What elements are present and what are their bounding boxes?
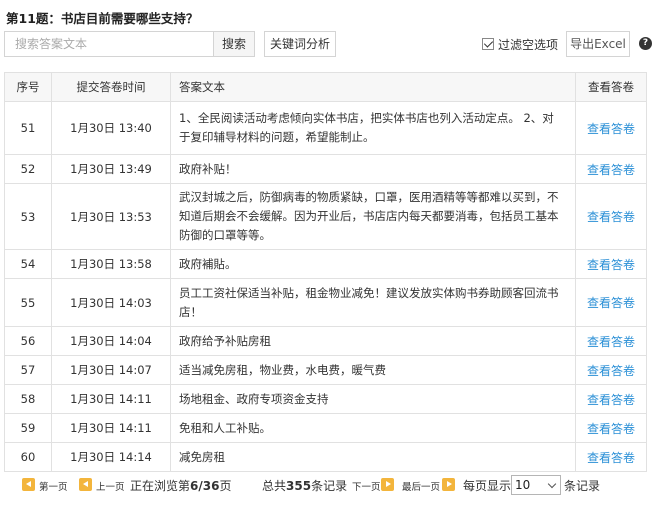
row-number: 58: [4, 384, 52, 414]
view-answer-link[interactable]: 查看答卷: [587, 210, 635, 224]
submit-time: 1月30日 14:11: [51, 413, 171, 443]
row-number: 57: [4, 355, 52, 385]
table-row: 60 1月30日 14:14 减免房租 查看答卷: [4, 442, 647, 472]
search-input[interactable]: [4, 31, 213, 57]
row-number: 59: [4, 413, 52, 443]
view-cell: 查看答卷: [575, 384, 647, 414]
view-cell: 查看答卷: [575, 413, 647, 443]
total-records: 总共355条记录: [262, 479, 348, 493]
view-answer-link[interactable]: 查看答卷: [587, 393, 635, 407]
chevron-down-icon: [547, 479, 557, 489]
pagination: 第一页 上一页 正在浏览第6/36页 总共355条记录 下一页 最后一页 每页显…: [22, 475, 652, 495]
row-number: 56: [4, 326, 52, 356]
answer-text: 政府補貼。: [170, 249, 576, 279]
submit-time: 1月30日 14:04: [51, 326, 171, 356]
per-page-label: 每页显示: [463, 479, 512, 493]
answer-text: 1、全民阅读活动考虑倾向实体书店，把实体书店也列入活动定点。 2、对于复印辅导材…: [170, 101, 576, 155]
filter-empty-checkbox[interactable]: [482, 38, 494, 50]
answer-text: 员工工资社保适当补贴，租金物业减免！建议发放实体购书券助顾客回流书店！: [170, 278, 576, 327]
row-number: 60: [4, 442, 52, 472]
table-row: 57 1月30日 14:07 适当减免房租，物业费，水电费，暖气费 查看答卷: [4, 355, 647, 385]
current-page: 6/36: [190, 479, 220, 493]
prev-page-icon[interactable]: [79, 478, 92, 491]
last-page-link[interactable]: 最后一页: [402, 479, 440, 493]
browsing-status: 正在浏览第6/36页: [130, 479, 232, 493]
view-answer-link[interactable]: 查看答卷: [587, 163, 635, 177]
column-header-time: 提交答卷时间: [51, 72, 171, 102]
next-page-icon[interactable]: [381, 478, 394, 491]
answer-text: 政府给予补贴房租: [170, 326, 576, 356]
export-excel-button[interactable]: 导出Excel: [566, 31, 630, 57]
submit-time: 1月30日 14:14: [51, 442, 171, 472]
submit-time: 1月30日 13:58: [51, 249, 171, 279]
table-row: 56 1月30日 14:04 政府给予补贴房租 查看答卷: [4, 326, 647, 356]
submit-time: 1月30日 14:07: [51, 355, 171, 385]
row-number: 55: [4, 278, 52, 327]
filter-empty-toggle[interactable]: 过滤空选项: [482, 36, 558, 52]
answers-table: 序号 提交答卷时间 答案文本 查看答卷 51 1月30日 13:40 1、全民阅读活…: [4, 72, 647, 472]
view-cell: 查看答卷: [575, 278, 647, 327]
answer-text: 武汉封城之后，防御病毒的物质紧缺，口罩，医用酒精等等都难以买到，不知道后期会不会…: [170, 183, 576, 250]
view-cell: 查看答卷: [575, 249, 647, 279]
answer-text: 免租和人工补贴。: [170, 413, 576, 443]
view-answer-link[interactable]: 查看答卷: [587, 258, 635, 272]
answer-text: 政府补贴！: [170, 154, 576, 184]
table-row: 53 1月30日 13:53 武汉封城之后，防御病毒的物质紧缺，口罩，医用酒精等等都…: [4, 183, 647, 250]
column-header-text: 答案文本: [170, 72, 576, 102]
view-answer-link[interactable]: 查看答卷: [587, 335, 635, 349]
view-answer-link[interactable]: 查看答卷: [587, 122, 635, 136]
help-icon[interactable]: ?: [639, 37, 652, 50]
view-answer-link[interactable]: 查看答卷: [587, 451, 635, 465]
table-header-row: 序号 提交答卷时间 答案文本 查看答卷: [4, 72, 647, 102]
view-cell: 查看答卷: [575, 183, 647, 250]
table-row: 58 1月30日 14:11 场地租金、政府专项资金支持 查看答卷: [4, 384, 647, 414]
last-page-icon[interactable]: [442, 478, 455, 491]
row-number: 54: [4, 249, 52, 279]
submit-time: 1月30日 13:53: [51, 183, 171, 250]
next-page-link[interactable]: 下一页: [352, 479, 381, 493]
first-page-icon[interactable]: [22, 478, 35, 491]
column-header-view: 查看答卷: [575, 72, 647, 102]
column-header-no: 序号: [4, 72, 52, 102]
toolbar: 搜索 关键词分析 过滤空选项 导出Excel ?: [4, 31, 656, 57]
view-cell: 查看答卷: [575, 101, 647, 155]
view-cell: 查看答卷: [575, 442, 647, 472]
answer-text: 场地租金、政府专项资金支持: [170, 384, 576, 414]
table-row: 59 1月30日 14:11 免租和人工补贴。 查看答卷: [4, 413, 647, 443]
submit-time: 1月30日 14:11: [51, 384, 171, 414]
prev-page-link[interactable]: 上一页: [96, 479, 125, 493]
table-row: 55 1月30日 14:03 员工工资社保适当补贴，租金物业减免！建议发放实体购书券…: [4, 278, 647, 327]
first-page-link[interactable]: 第一页: [39, 479, 68, 493]
view-cell: 查看答卷: [575, 154, 647, 184]
table-row: 52 1月30日 13:49 政府补贴！ 查看答卷: [4, 154, 647, 184]
row-number: 52: [4, 154, 52, 184]
view-answer-link[interactable]: 查看答卷: [587, 364, 635, 378]
search-button[interactable]: 搜索: [213, 31, 255, 57]
submit-time: 1月30日 13:40: [51, 101, 171, 155]
view-answer-link[interactable]: 查看答卷: [587, 296, 635, 310]
answer-text: 减免房租: [170, 442, 576, 472]
row-number: 51: [4, 101, 52, 155]
view-cell: 查看答卷: [575, 326, 647, 356]
answer-text: 适当减免房租，物业费，水电费，暖气费: [170, 355, 576, 385]
table-row: 54 1月30日 13:58 政府補貼。 查看答卷: [4, 249, 647, 279]
view-answer-link[interactable]: 查看答卷: [587, 422, 635, 436]
total-count: 355: [286, 479, 312, 493]
submit-time: 1月30日 13:49: [51, 154, 171, 184]
table-row: 51 1月30日 13:40 1、全民阅读活动考虑倾向实体书店，把实体书店也列入活动…: [4, 101, 647, 155]
filter-empty-label: 过滤空选项: [498, 37, 559, 52]
keyword-analysis-button[interactable]: 关键词分析: [264, 31, 336, 57]
question-title: 第11题：书店目前需要哪些支持？: [6, 11, 199, 26]
view-cell: 查看答卷: [575, 355, 647, 385]
per-page-suffix: 条记录: [564, 479, 601, 493]
per-page-select[interactable]: 10: [511, 475, 561, 495]
row-number: 53: [4, 183, 52, 250]
submit-time: 1月30日 14:03: [51, 278, 171, 327]
